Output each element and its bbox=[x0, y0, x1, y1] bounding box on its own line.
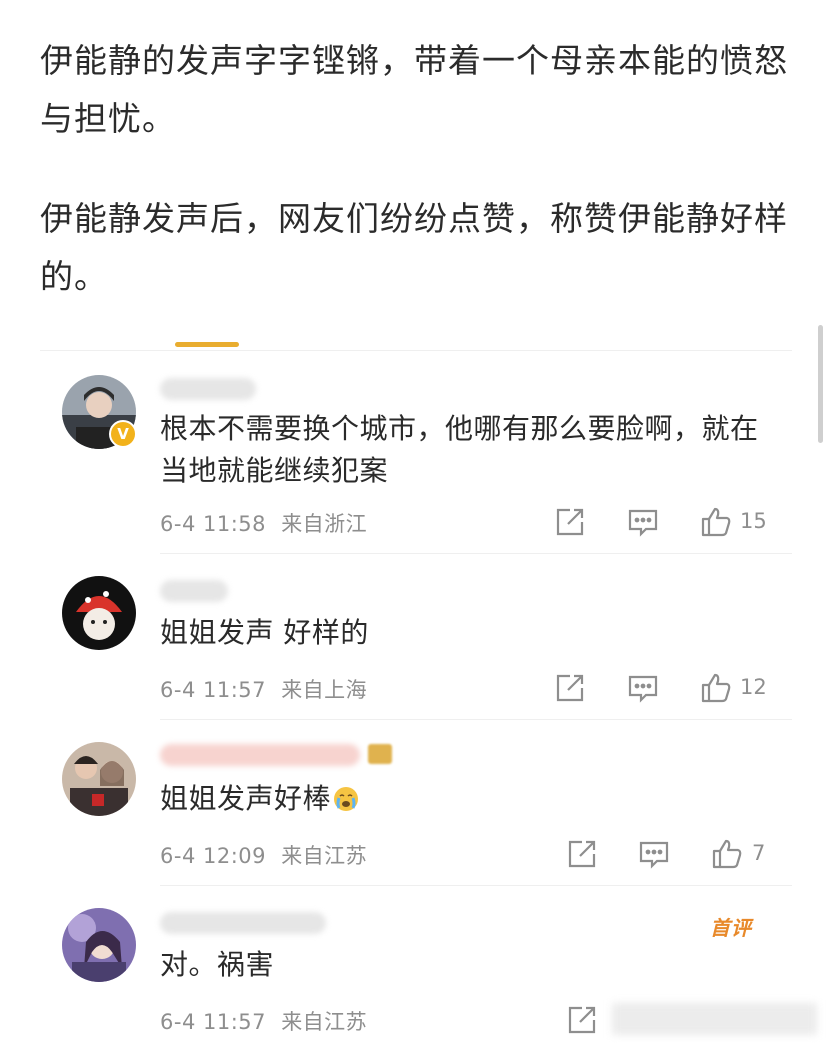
avatar[interactable] bbox=[62, 742, 136, 816]
comment-text: 对。祸害 bbox=[160, 948, 275, 981]
share-icon[interactable] bbox=[566, 1004, 598, 1036]
blurred-region bbox=[612, 1003, 817, 1035]
article-paragraph-1: 伊能静的发声字字铿锵，带着一个母亲本能的愤怒与担忧。 bbox=[40, 41, 788, 138]
share-icon[interactable] bbox=[554, 506, 586, 538]
verified-badge-icon: V bbox=[109, 420, 137, 448]
share-icon[interactable] bbox=[566, 838, 598, 870]
comment-divider bbox=[160, 719, 792, 720]
tab-active-indicator bbox=[175, 342, 239, 347]
comment-text: 姐姐发声好棒 bbox=[160, 778, 780, 820]
comment-text: 姐姐发声 好样的 bbox=[160, 616, 369, 649]
first-comment-badge: 首评 bbox=[710, 916, 752, 940]
avatar[interactable] bbox=[62, 576, 136, 650]
reply-icon[interactable] bbox=[638, 838, 670, 870]
comment-date: 6-4 11:58 bbox=[160, 512, 266, 536]
reply-icon[interactable] bbox=[627, 506, 659, 538]
comment-text: 根本不需要换个城市，他哪有那么要脸啊，就在当地就能继续犯案 bbox=[160, 412, 759, 487]
avatar[interactable] bbox=[62, 908, 136, 982]
crying-face-emoji-icon bbox=[333, 782, 359, 811]
comment-location: 来自江苏 bbox=[281, 1010, 368, 1034]
comment-date: 6-4 12:09 bbox=[160, 844, 266, 868]
comment-divider bbox=[160, 885, 792, 886]
like-icon[interactable] bbox=[700, 672, 732, 704]
username-blurred[interactable] bbox=[160, 912, 326, 934]
comment-meta: 6-4 11:57 来自上海 bbox=[160, 674, 375, 704]
comment-location: 来自江苏 bbox=[281, 844, 368, 868]
comment-meta: 6-4 11:58 来自浙江 bbox=[160, 508, 375, 538]
comment-date: 6-4 11:57 bbox=[160, 678, 266, 702]
username-blurred[interactable] bbox=[160, 744, 360, 766]
comment-divider bbox=[160, 553, 792, 554]
username-blurred[interactable] bbox=[160, 580, 228, 602]
comment-location: 来自上海 bbox=[281, 678, 368, 702]
username-blurred[interactable] bbox=[160, 378, 256, 400]
like-icon[interactable] bbox=[700, 506, 732, 538]
comment-date: 6-4 11:57 bbox=[160, 1010, 266, 1034]
comment-text-content: 姐姐发声好棒 bbox=[160, 782, 332, 815]
comment-meta: 6-4 11:57 来自江苏 bbox=[160, 1006, 375, 1036]
like-count: 12 bbox=[740, 675, 767, 699]
reply-icon[interactable] bbox=[627, 672, 659, 704]
scrollbar[interactable] bbox=[818, 325, 823, 443]
comment-location: 来自浙江 bbox=[281, 512, 368, 536]
comment-meta: 6-4 12:09 来自江苏 bbox=[160, 840, 375, 870]
section-divider bbox=[40, 350, 792, 351]
like-count: 15 bbox=[740, 509, 767, 533]
like-icon[interactable] bbox=[711, 838, 743, 870]
article-body: 伊能静的发声字字铿锵，带着一个母亲本能的愤怒与担忧。 伊能静发声后，网友们纷纷点… bbox=[40, 32, 800, 348]
article-paragraph-2: 伊能静发声后，网友们纷纷点赞，称赞伊能静好样的。 bbox=[40, 199, 788, 296]
username-badge-icon bbox=[368, 744, 392, 764]
share-icon[interactable] bbox=[554, 672, 586, 704]
like-count: 7 bbox=[752, 841, 766, 865]
